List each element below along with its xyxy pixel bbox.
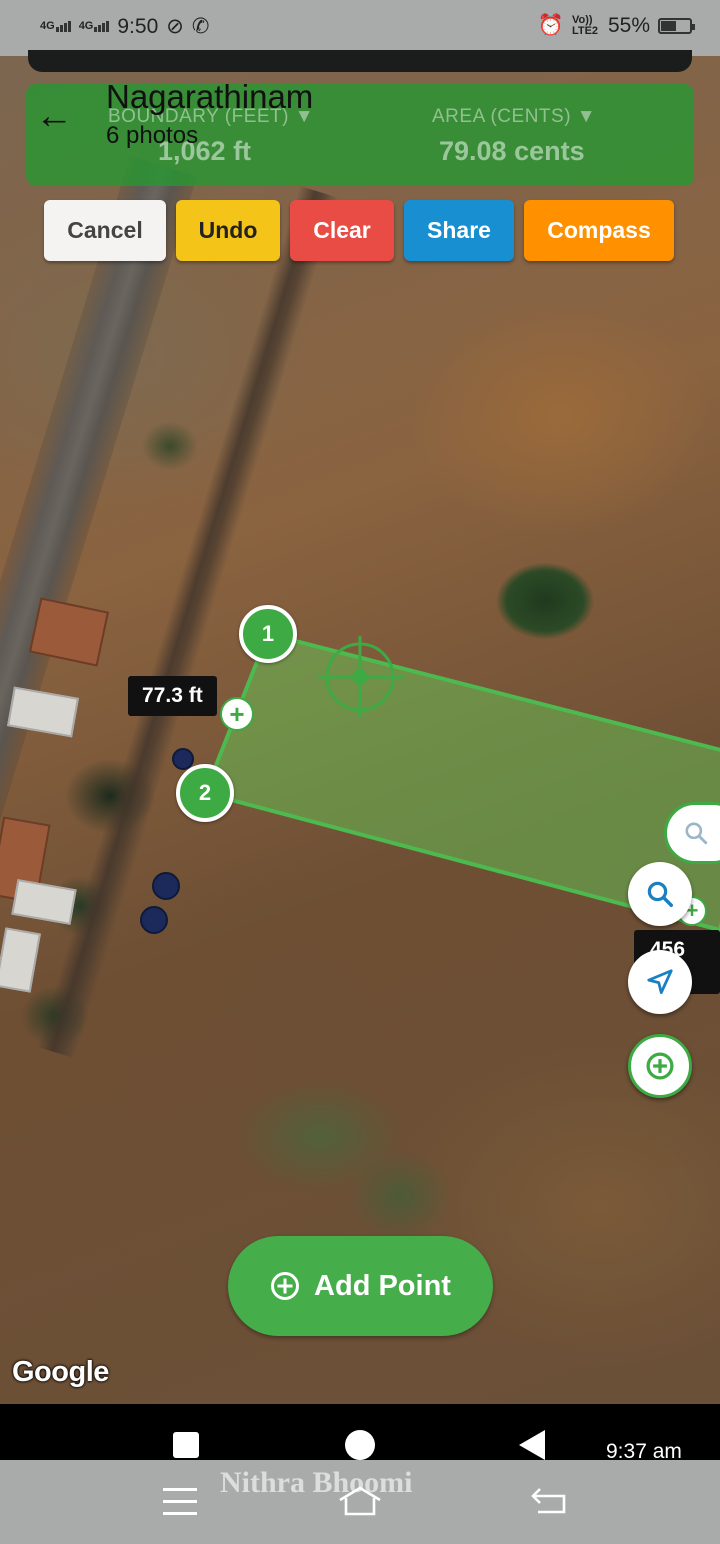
- signal-icon: 4G: [79, 21, 110, 32]
- volte-indicator: Vo)) LTE2: [571, 14, 599, 37]
- search-icon: [685, 822, 708, 845]
- search-pill-button[interactable]: [664, 802, 720, 864]
- map-building: [0, 927, 41, 993]
- battery-percent: 55%: [607, 14, 650, 37]
- signal-icon: 4G: [40, 21, 71, 32]
- add-circle-icon: [271, 1272, 300, 1300]
- navigation-arrow-icon: [647, 969, 673, 994]
- gps-target-button[interactable]: [628, 1034, 692, 1098]
- map-road: [0, 156, 197, 1404]
- add-point-button[interactable]: Add Point: [228, 1236, 493, 1336]
- plot-summary-header: ← BOUNDARY (FEET) ▼ 1,062 ft AREA (CENTS…: [26, 78, 694, 186]
- back-button[interactable]: [519, 1430, 545, 1460]
- area-label[interactable]: AREA (CENTS) ▼: [432, 106, 596, 128]
- undo-button[interactable]: Undo: [176, 200, 280, 261]
- menu-icon[interactable]: [163, 1488, 197, 1516]
- vertex-marker-1[interactable]: 1: [239, 605, 297, 663]
- cancel-button[interactable]: Cancel: [44, 200, 166, 261]
- back-arrow-icon[interactable]: ←: [32, 96, 76, 140]
- map-water-tank: [140, 906, 168, 934]
- add-point-label: Add Point: [314, 1269, 451, 1302]
- recents-button[interactable]: [173, 1432, 199, 1458]
- data-saver-icon: ⊘: [166, 15, 184, 38]
- map-water-tank: [152, 872, 180, 900]
- plot-title: Nagarathinam: [106, 78, 314, 115]
- status-bar: 4G 4G 9:50 ⊘ ✆ ⏰ Vo)) LTE2 55%: [0, 0, 720, 56]
- header-shadow-strip: [28, 50, 692, 72]
- home-outline-icon[interactable]: [336, 1484, 384, 1518]
- battery-icon: [658, 18, 695, 34]
- return-icon[interactable]: [530, 1486, 570, 1516]
- photo-count: 6 photos: [106, 122, 199, 149]
- map-building: [11, 879, 77, 925]
- my-location-button[interactable]: [628, 950, 692, 1014]
- search-button[interactable]: [628, 862, 692, 926]
- segment-length-label: 77.3 ft: [128, 676, 217, 716]
- google-attribution: Google: [12, 1356, 109, 1388]
- share-button[interactable]: Share: [404, 200, 514, 261]
- compass-button[interactable]: Compass: [524, 200, 674, 261]
- home-button[interactable]: [345, 1430, 375, 1460]
- add-midpoint-icon[interactable]: +: [220, 697, 254, 731]
- area-value: 79.08 cents: [439, 136, 585, 166]
- add-circle-icon: [646, 1052, 674, 1080]
- phone-call-icon: ✆: [191, 15, 210, 38]
- vertex-marker-2[interactable]: 2: [176, 764, 234, 822]
- search-icon: [647, 881, 673, 907]
- clear-button[interactable]: Clear: [290, 200, 394, 261]
- edit-toolbar: Cancel Undo Clear Share Compass: [44, 200, 674, 262]
- status-time: 9:50: [117, 14, 159, 38]
- alarm-icon: ⏰: [537, 14, 564, 37]
